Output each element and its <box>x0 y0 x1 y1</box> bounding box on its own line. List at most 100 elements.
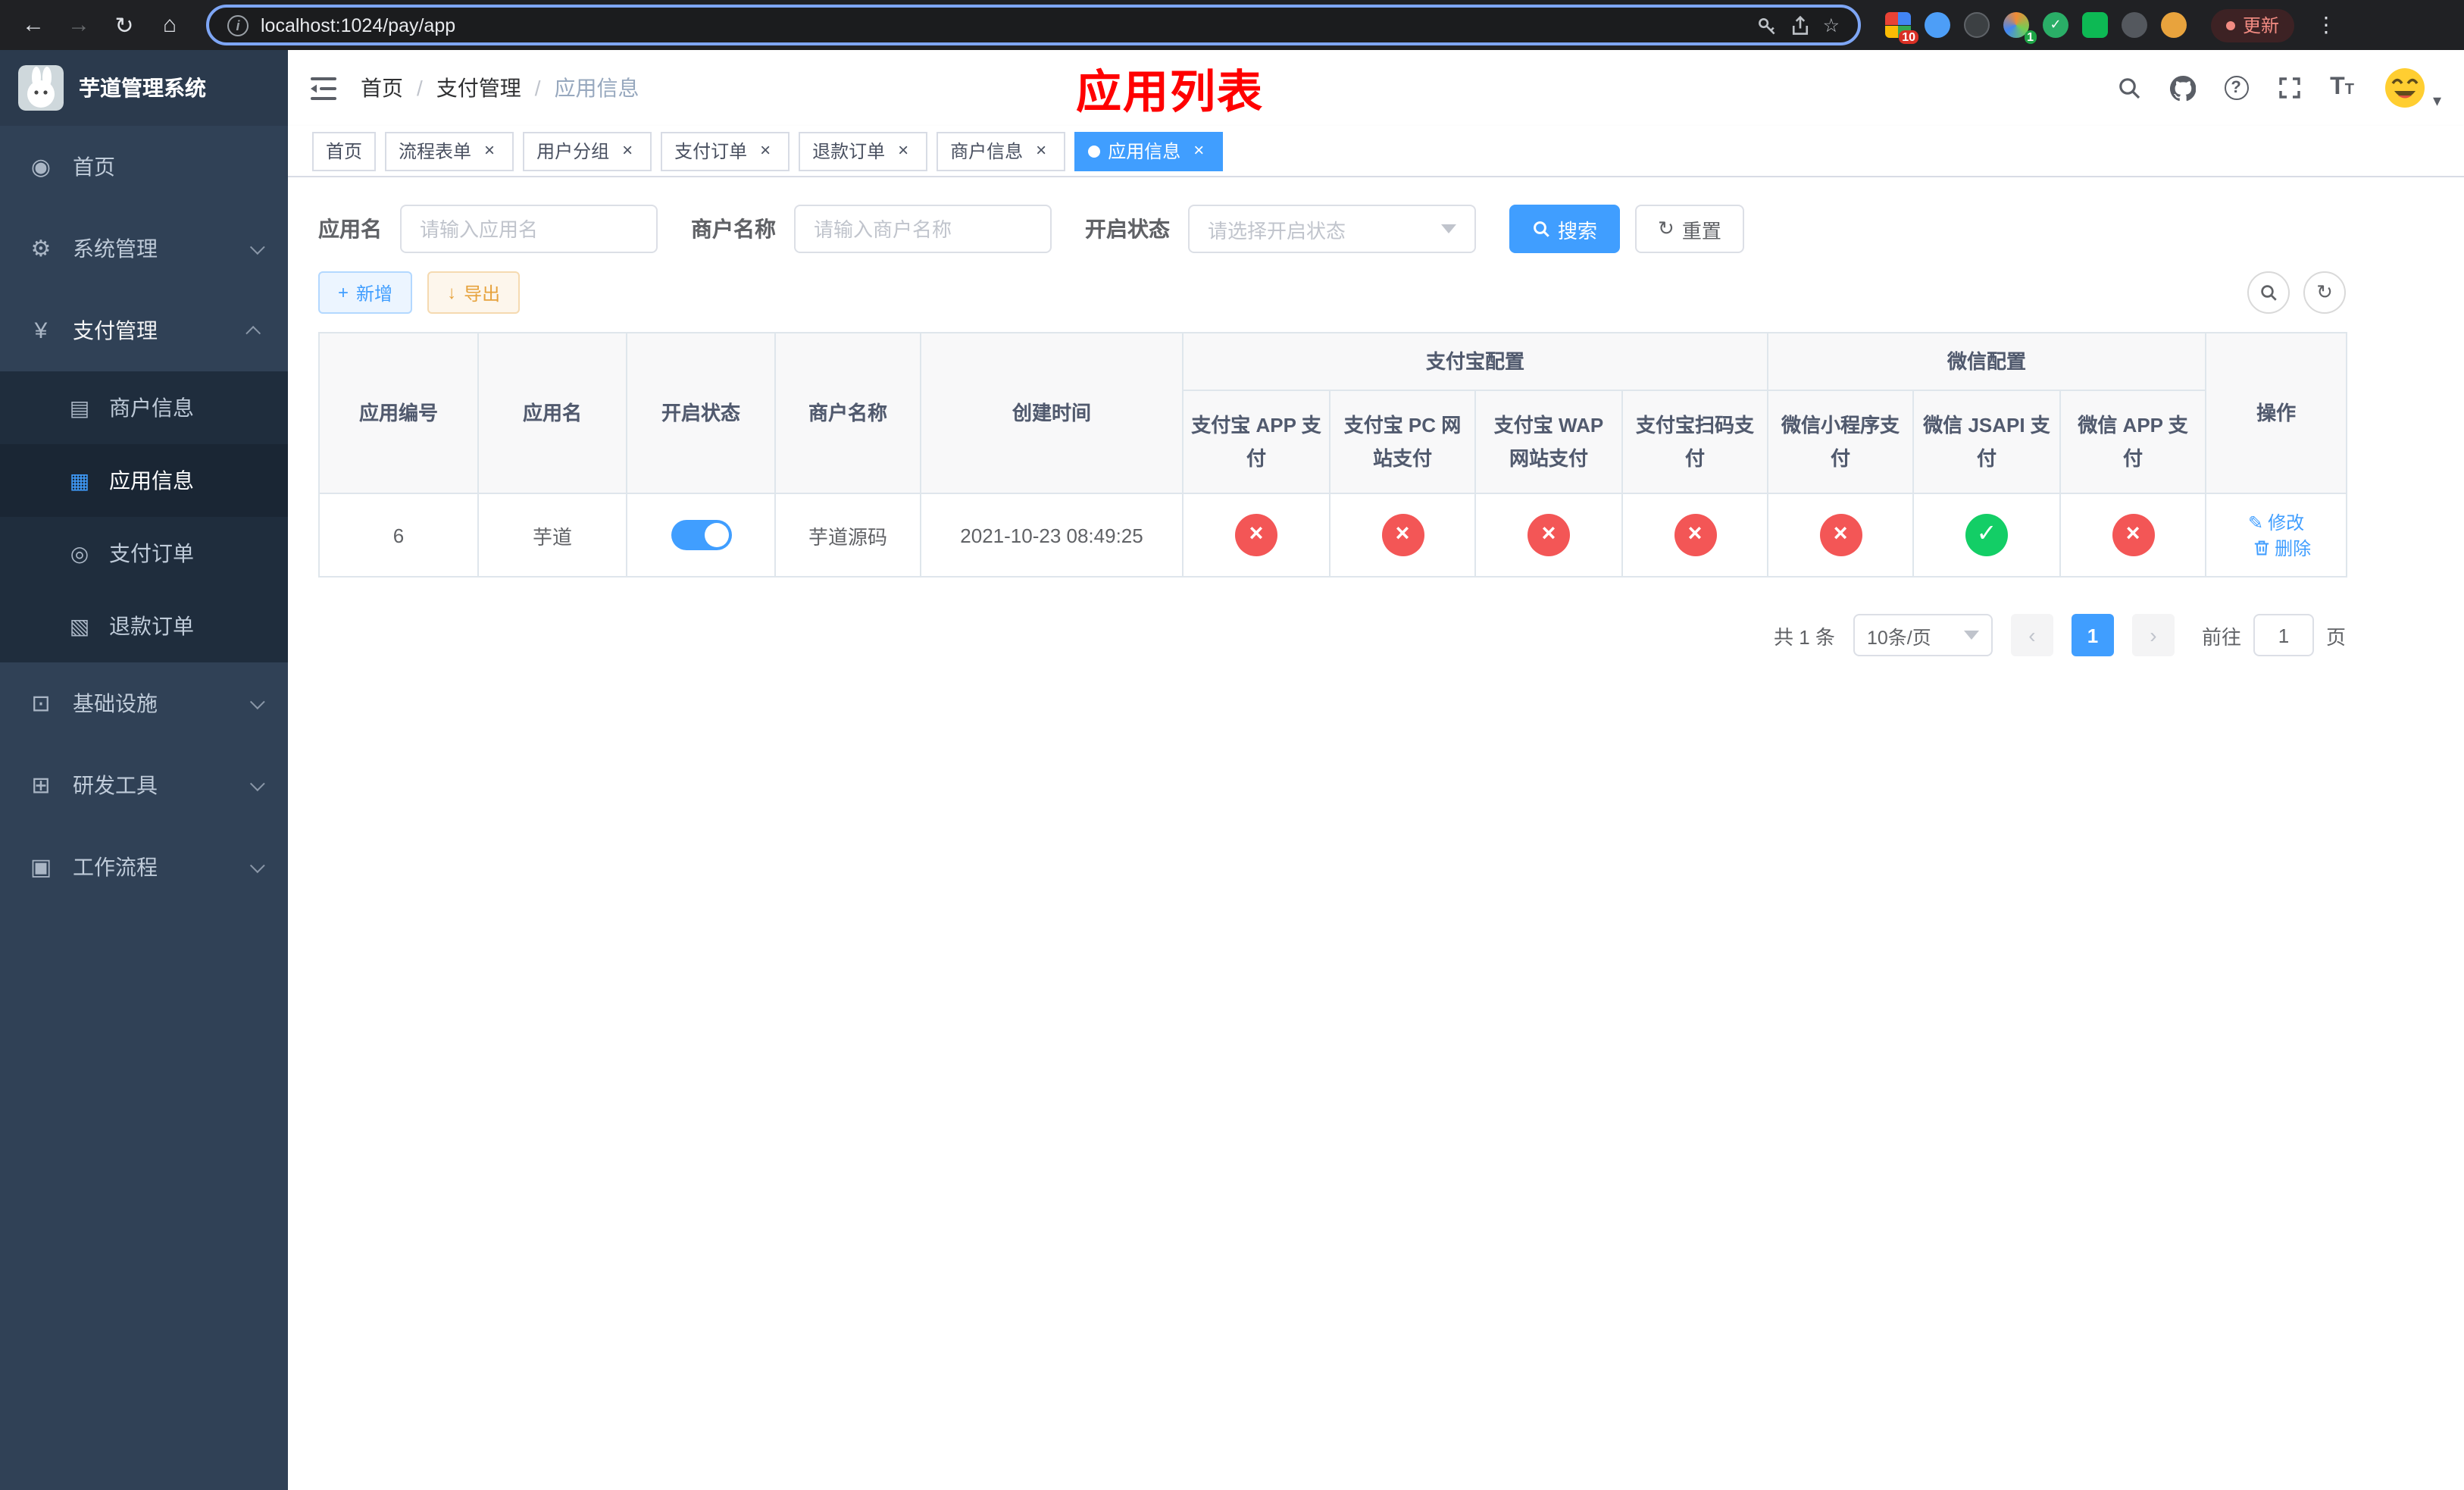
chevron-down-icon <box>249 239 265 255</box>
password-key-icon[interactable] <box>1756 14 1778 36</box>
browser-reload-button[interactable]: ↻ <box>106 7 142 43</box>
cross-status-icon: × <box>1819 514 1862 556</box>
search-form: 应用名 商户名称 开启状态 请选择开启状态 <box>318 205 2434 253</box>
breadcrumb-home[interactable]: 首页 <box>361 73 403 103</box>
toggle-search-button[interactable] <box>2247 271 2290 314</box>
tab-app-info[interactable]: 应用信息 × <box>1074 131 1224 171</box>
extension-face-icon[interactable] <box>2161 12 2187 38</box>
update-label: 更新 <box>2243 15 2280 36</box>
tab-payment-orders[interactable]: 支付订单 × <box>661 131 790 171</box>
app-title: 芋道管理系统 <box>79 76 206 100</box>
status-select[interactable]: 请选择开启状态 <box>1188 205 1476 253</box>
browser-menu-icon[interactable]: ⋮ <box>2315 12 2337 38</box>
tags-view: 首页 流程表单 × 用户分组 × 支付订单 × 退款订单 × 商户信息 × 应用… <box>288 126 2464 177</box>
caret-down-icon: ▾ <box>2432 92 2441 111</box>
tab-label: 商户信息 <box>950 141 1024 162</box>
search-icon[interactable] <box>2116 76 2140 100</box>
cell-alipay-wap: × <box>1474 493 1623 578</box>
font-size-icon[interactable]: TT <box>2330 74 2354 102</box>
close-icon[interactable]: × <box>755 139 776 161</box>
edit-icon: ✎ <box>2248 512 2264 533</box>
share-icon[interactable] <box>1790 14 1811 36</box>
pagination: 共 1 条 10条/页 ‹ 1 › 前往 页 <box>318 614 2346 656</box>
merchant-name-input[interactable] <box>794 205 1052 253</box>
sidebar-item-payment-management[interactable]: ¥ 支付管理 <box>0 290 288 371</box>
goto-page-input[interactable] <box>2253 614 2314 656</box>
browser-update-button[interactable]: 更新 <box>2211 8 2295 42</box>
extension-green-check-icon[interactable]: ✓ <box>2043 12 2068 38</box>
extension-tab-manager-icon[interactable]: 10 <box>1885 12 1918 44</box>
page-1-button[interactable]: 1 <box>2071 614 2114 656</box>
reset-button[interactable]: ↻ 重置 <box>1635 205 1744 253</box>
status-label: 开启状态 <box>1085 217 1170 241</box>
sidebar-item-label: 支付订单 <box>109 541 194 565</box>
help-icon[interactable]: ? <box>2224 76 2249 100</box>
site-info-icon[interactable]: i <box>227 14 249 36</box>
fullscreen-icon[interactable] <box>2277 76 2301 100</box>
tab-refund-orders[interactable]: 退款订单 × <box>799 131 928 171</box>
extension-raindrop-icon[interactable] <box>1925 12 1950 38</box>
close-icon[interactable]: × <box>617 139 638 161</box>
browser-forward-button[interactable]: → <box>61 7 97 43</box>
close-icon[interactable]: × <box>1030 139 1052 161</box>
breadcrumb-payment[interactable]: 支付管理 <box>436 73 521 103</box>
tab-label: 退款订单 <box>812 141 886 162</box>
delete-link[interactable]: 删除 <box>2253 535 2311 561</box>
breadcrumb-current: 应用信息 <box>554 76 639 100</box>
navbar-actions: ? TT ▾ <box>2116 65 2441 111</box>
close-icon[interactable]: × <box>1188 139 1209 161</box>
col-app-id: 应用编号 <box>318 332 479 494</box>
app-name-input[interactable] <box>400 205 658 253</box>
app-logo[interactable]: 芋道管理系统 <box>0 50 288 126</box>
close-icon[interactable]: × <box>479 139 500 161</box>
edit-link[interactable]: ✎ 修改 <box>2248 509 2304 535</box>
sidebar-item-home[interactable]: ◉ 首页 <box>0 126 288 208</box>
tab-merchant-info[interactable]: 商户信息 × <box>937 131 1066 171</box>
col-merchant-name: 商户名称 <box>774 332 921 494</box>
next-page-button[interactable]: › <box>2131 614 2175 656</box>
cell-alipay-pc: × <box>1329 493 1476 578</box>
bookmark-star-icon[interactable]: ☆ <box>1823 14 1840 36</box>
prev-page-button[interactable]: ‹ <box>2010 614 2053 656</box>
extensions-area: 10 1 ✓ <box>1885 12 2187 44</box>
page-title: 应用列表 <box>1076 68 1264 118</box>
tab-user-group[interactable]: 用户分组 × <box>523 131 652 171</box>
sidebar-item-infrastructure[interactable]: ⊡ 基础设施 <box>0 662 288 744</box>
github-icon[interactable] <box>2169 75 2196 101</box>
user-menu[interactable]: ▾ <box>2382 65 2441 111</box>
workflow-icon: ▣ <box>30 855 52 881</box>
sidebar-item-app-info[interactable]: ▦ 应用信息 <box>0 444 288 517</box>
cell-wechat-jsapi: ✓ <box>1912 493 2062 578</box>
page-size-select[interactable]: 10条/页 <box>1853 614 1993 656</box>
search-button[interactable]: 搜索 <box>1509 205 1621 253</box>
col-wechat-app: 微信 APP 支付 <box>2059 390 2207 494</box>
browser-home-button[interactable]: ⌂ <box>152 7 188 43</box>
export-button[interactable]: ↓ 导出 <box>427 271 521 314</box>
extension-green-square-icon[interactable] <box>2082 12 2108 38</box>
breadcrumb-separator: / <box>417 76 423 100</box>
close-icon[interactable]: × <box>893 139 914 161</box>
sidebar-item-label: 首页 <box>73 155 115 179</box>
tab-process-form[interactable]: 流程表单 × <box>385 131 514 171</box>
status-toggle[interactable] <box>671 520 731 550</box>
sidebar-item-system-management[interactable]: ⚙ 系统管理 <box>0 208 288 290</box>
sidebar-item-payment-orders[interactable]: ◎ 支付订单 <box>0 517 288 590</box>
sidebar-item-workflow[interactable]: ▣ 工作流程 <box>0 826 288 908</box>
tab-home[interactable]: 首页 <box>312 131 377 171</box>
url-text[interactable]: localhost:1024/pay/app <box>261 14 1744 36</box>
extension-pin-icon[interactable] <box>2122 12 2147 38</box>
font-size-small-glyph: T <box>2344 82 2354 99</box>
extension-translate-icon[interactable]: 1 <box>2003 12 2037 44</box>
refresh-table-button[interactable]: ↻ <box>2303 271 2346 314</box>
address-bar[interactable]: i localhost:1024/pay/app ☆ <box>206 5 1861 45</box>
sidebar-item-merchant-info[interactable]: ▤ 商户信息 <box>0 371 288 444</box>
sidebar-collapse-icon[interactable] <box>311 77 336 99</box>
browser-back-button[interactable]: ← <box>15 7 52 43</box>
add-button[interactable]: + 新增 <box>318 271 413 314</box>
sidebar-item-dev-tools[interactable]: ⊞ 研发工具 <box>0 744 288 826</box>
extension-dark-icon[interactable] <box>1964 12 1990 38</box>
sidebar-item-refund-orders[interactable]: ▧ 退款订单 <box>0 590 288 662</box>
page-size-value: 10条/页 <box>1866 627 1931 648</box>
payment-submenu: ▤ 商户信息 ▦ 应用信息 ◎ 支付订单 ▧ 退款订单 <box>0 371 288 662</box>
group-alipay-config: 支付宝配置 <box>1181 332 1769 391</box>
